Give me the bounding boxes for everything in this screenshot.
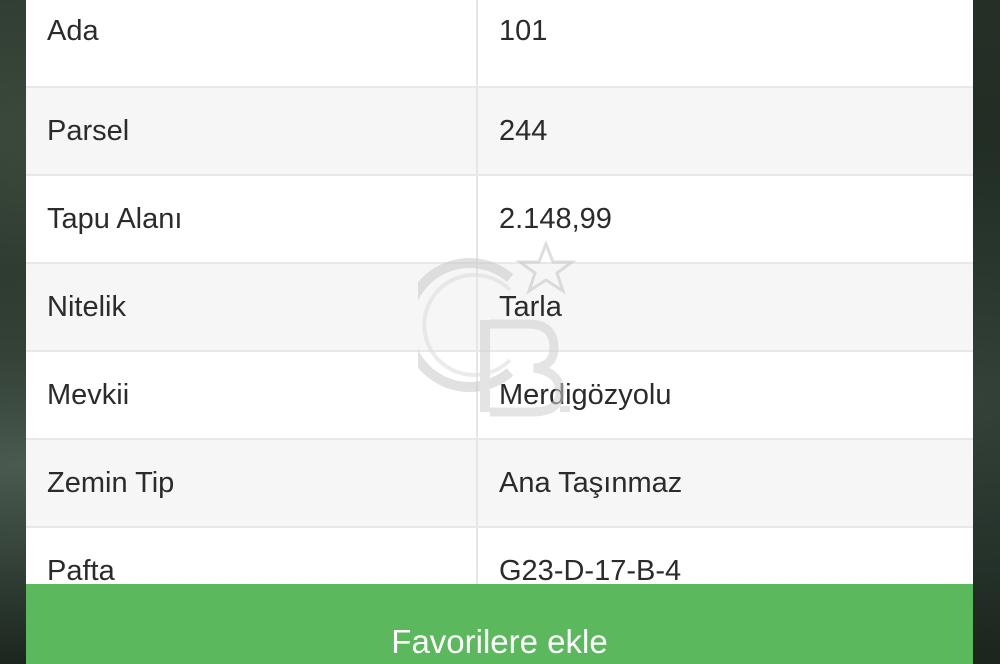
- property-details-table: Ada 101 Parsel 244 Tapu Alanı 2.148,99 N…: [26, 0, 973, 616]
- row-label-zemin-tip: Zemin Tip: [26, 439, 478, 528]
- table-row: Ada 101: [26, 0, 973, 88]
- row-value-parsel: 244: [477, 87, 973, 176]
- row-value-mevkii: Merdigözyolu: [477, 351, 973, 440]
- table-row: Parsel 244: [26, 87, 973, 176]
- row-value-nitelik: Tarla: [477, 263, 973, 352]
- table-row: Tapu Alanı 2.148,99: [26, 175, 973, 264]
- table-row: Nitelik Tarla: [26, 263, 973, 352]
- property-details-card: Ada 101 Parsel 244 Tapu Alanı 2.148,99 N…: [26, 0, 973, 664]
- add-to-favorites-button[interactable]: Favorilere ekle: [26, 584, 973, 664]
- add-to-favorites-label: Favorilere ekle: [391, 623, 608, 660]
- table-row: Mevkii Merdigözyolu: [26, 351, 973, 440]
- table-row: Zemin Tip Ana Taşınmaz: [26, 439, 973, 528]
- row-value-tapu-alani: 2.148,99: [477, 175, 973, 264]
- row-label-ada: Ada: [26, 0, 478, 88]
- row-label-mevkii: Mevkii: [26, 351, 478, 440]
- row-value-ada: 101: [477, 0, 973, 88]
- row-label-tapu-alani: Tapu Alanı: [26, 175, 478, 264]
- row-label-nitelik: Nitelik: [26, 263, 478, 352]
- row-label-parsel: Parsel: [26, 87, 478, 176]
- row-value-zemin-tip: Ana Taşınmaz: [477, 439, 973, 528]
